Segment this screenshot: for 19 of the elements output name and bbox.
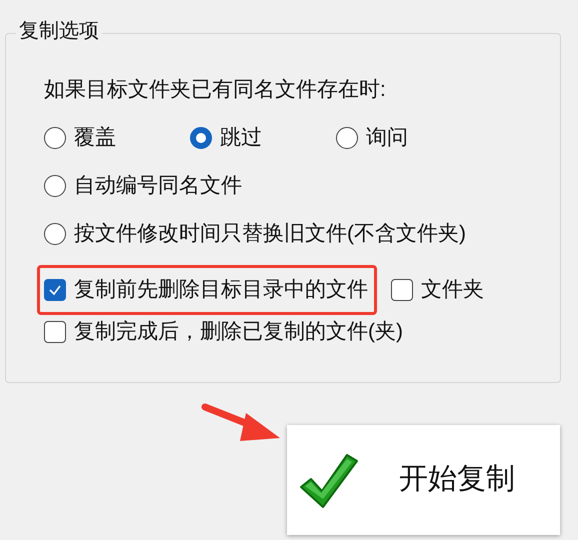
checkbox-label: 复制前先删除目标目录中的文件 xyxy=(74,277,368,303)
radio-button[interactable] xyxy=(44,223,66,245)
radio-label: 自动编号同名文件 xyxy=(74,173,242,199)
checkmark-icon xyxy=(48,283,62,297)
prompt-label: 如果目标文件夹已有同名文件存在时: xyxy=(44,77,387,103)
radio-label: 覆盖 xyxy=(74,125,116,151)
start-copy-button[interactable]: 开始复制 xyxy=(287,425,560,535)
checkbox-label: 复制完成后，删除已复制的文件(夹) xyxy=(74,319,403,345)
radio-label: 按文件修改时间只替换旧文件(不含文件夹) xyxy=(74,221,466,247)
radio-label: 询问 xyxy=(366,125,408,151)
checkbox[interactable] xyxy=(391,279,413,301)
checkbox[interactable] xyxy=(44,279,66,301)
radio-button[interactable] xyxy=(336,127,358,149)
checkbox[interactable] xyxy=(44,321,66,343)
checkbox-label: 文件夹 xyxy=(421,277,484,303)
radio-label: 跳过 xyxy=(220,125,262,151)
radio-button[interactable] xyxy=(44,175,66,197)
radio-button[interactable] xyxy=(44,127,66,149)
radio-button[interactable] xyxy=(190,127,212,149)
